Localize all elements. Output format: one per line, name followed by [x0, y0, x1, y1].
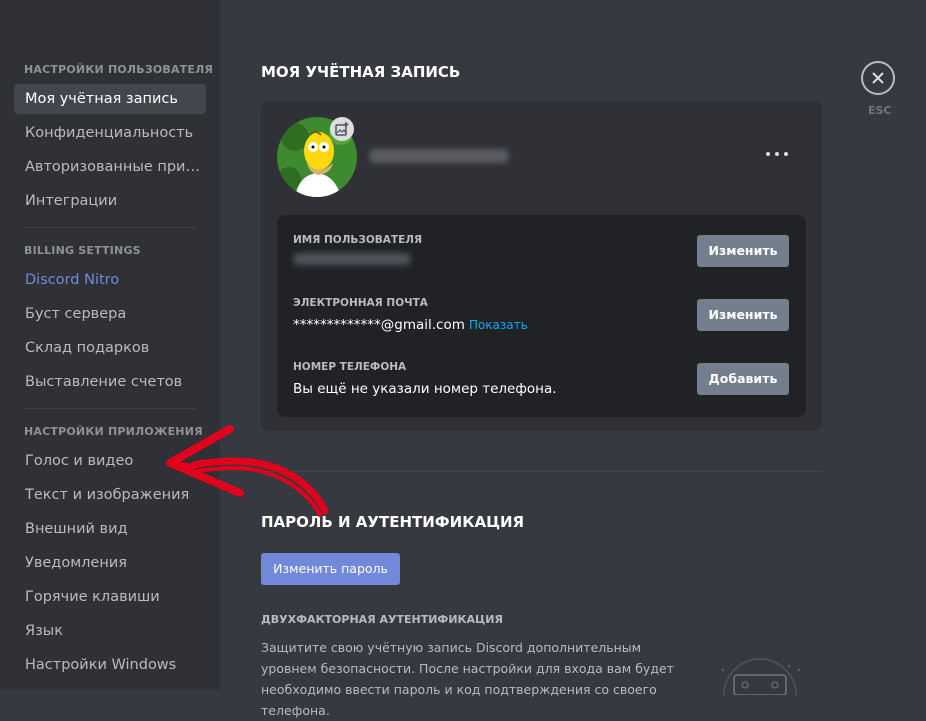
sidebar-item-my-account[interactable]: Моя учётная запись	[14, 84, 206, 114]
email-value: *************@gmail.com Показать	[293, 317, 528, 333]
phone-label: НОМЕР ТЕЛЕФОНА	[293, 361, 407, 373]
billing-settings-header: BILLING SETTINGS	[24, 244, 141, 257]
phone-value: Вы ещё не указали номер телефона.	[293, 381, 557, 397]
two-factor-description: Защитите свою учётную запись Discord доп…	[261, 640, 674, 718]
add-phone-button[interactable]: Добавить	[697, 363, 789, 395]
sidebar-item-gift-inventory[interactable]: Склад подарков	[14, 333, 206, 363]
settings-content: МОЯ УЧЁТНАЯ ЗАПИСЬ ИМЯ ПОЛЬЗОВАТЕЛЯ Изме…	[220, 0, 926, 718]
edit-email-button[interactable]: Изменить	[697, 299, 789, 331]
sidebar-item-integrations[interactable]: Интеграции	[14, 186, 206, 216]
close-icon	[872, 72, 884, 84]
sidebar-item-authorized-apps[interactable]: Авторизованные прил...	[14, 152, 206, 182]
user-settings-header: НАСТРОЙКИ ПОЛЬЗОВАТЕЛЯ	[24, 63, 214, 76]
esc-label: ESC	[868, 104, 892, 117]
change-avatar-button[interactable]	[330, 117, 354, 141]
email-label: ЭЛЕКТРОННАЯ ПОЧТА	[293, 297, 428, 309]
sidebar-item-keybinds[interactable]: Горячие клавиши	[14, 582, 206, 612]
two-factor-illustration	[721, 658, 801, 695]
image-add-icon	[335, 122, 349, 136]
sidebar-divider	[24, 227, 196, 228]
edit-username-button[interactable]: Изменить	[697, 235, 789, 267]
two-factor-label: ДВУХФАКТОРНАЯ АУТЕНТИФИКАЦИЯ	[261, 613, 503, 626]
section-divider	[261, 471, 822, 472]
close-button[interactable]	[861, 61, 895, 95]
sidebar-item-notifications[interactable]: Уведомления	[14, 548, 206, 578]
username-blurred	[369, 149, 509, 163]
sidebar-item-language[interactable]: Язык	[14, 616, 206, 646]
sidebar-item-billing[interactable]: Выставление счетов	[14, 367, 206, 397]
change-password-button[interactable]: Изменить пароль	[261, 553, 400, 585]
username-value-blurred	[293, 253, 411, 265]
sidebar-item-nitro[interactable]: Discord Nitro	[14, 265, 206, 295]
account-card: ИМЯ ПОЛЬЗОВАТЕЛЯ Изменить ЭЛЕКТРОННАЯ ПО…	[261, 101, 822, 431]
sidebar-item-server-boost[interactable]: Буст сервера	[14, 299, 206, 329]
annotation-arrow-icon	[166, 425, 329, 517]
more-options-icon[interactable]	[766, 147, 788, 161]
email-masked: *************@gmail.com	[293, 317, 465, 333]
account-fields-panel: ИМЯ ПОЛЬЗОВАТЕЛЯ Изменить ЭЛЕКТРОННАЯ ПО…	[277, 215, 806, 417]
sidebar-item-privacy[interactable]: Конфиденциальность	[14, 118, 206, 148]
reveal-email-link[interactable]: Показать	[469, 318, 528, 332]
sidebar-item-windows-settings[interactable]: Настройки Windows	[14, 650, 206, 680]
username-label: ИМЯ ПОЛЬЗОВАТЕЛЯ	[293, 234, 423, 246]
page-title: МОЯ УЧЁТНАЯ ЗАПИСЬ	[261, 63, 461, 81]
sidebar-divider	[24, 408, 196, 409]
settings-sidebar: НАСТРОЙКИ ПОЛЬЗОВАТЕЛЯ Моя учётная запис…	[0, 0, 220, 690]
